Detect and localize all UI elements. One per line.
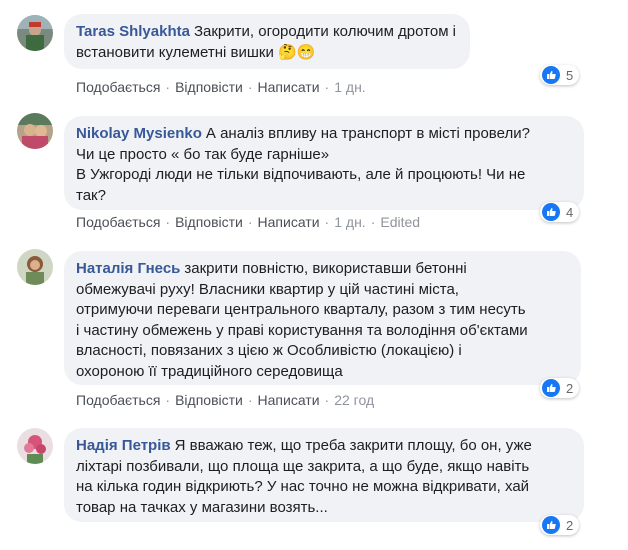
reaction-count[interactable]: 4 (540, 202, 580, 222)
like-icon (542, 379, 560, 397)
comment-text-line: отримуючи переваги центрального кварталу… (76, 301, 526, 318)
avatar[interactable] (17, 428, 53, 464)
comment-actions: Подобається · Відповісти · Написати · 1 … (76, 79, 366, 95)
avatar[interactable] (17, 15, 53, 51)
comment-bubble: Nikolay Mysienko А аналіз впливу на транс… (64, 116, 584, 210)
separator: · (247, 214, 253, 230)
separator: · (165, 392, 171, 408)
comment-text-line: обмежувачі руху! Власники квартир у цій … (76, 280, 459, 298)
comment-author[interactable]: Наталія Гнесь (76, 260, 180, 277)
separator: · (324, 214, 330, 230)
comment-text-line: так? (76, 186, 106, 204)
separator: · (324, 79, 330, 95)
reaction-count-value: 5 (566, 67, 574, 83)
comment-actions: Подобається · Відповісти · Написати · 22… (76, 392, 374, 408)
like-icon (542, 66, 560, 84)
emoji: 🤔😁 (278, 43, 316, 61)
reaction-count[interactable]: 2 (540, 515, 580, 535)
like-icon (542, 516, 560, 534)
like-icon (542, 203, 560, 221)
avatar[interactable] (17, 113, 53, 149)
comment-author[interactable]: Надія Петрів (76, 437, 171, 454)
separator: · (247, 392, 253, 408)
comment-text-line: Чи це просто « бо так буде гарніше» (76, 145, 330, 163)
comment-text-line: Я вважаю теж, що треба закрити площу, бо… (174, 437, 532, 454)
comment-bubble: Надія Петрів Я вважаю теж, що треба закри… (64, 428, 584, 522)
reaction-count[interactable]: 2 (540, 378, 580, 398)
comment-author[interactable]: Nikolay Mysienko (76, 125, 202, 142)
comment-text-line: А аналіз впливу на транспорт в місті про… (205, 125, 530, 142)
reaction-count[interactable]: 5 (540, 65, 580, 85)
separator: · (165, 79, 171, 95)
like-link[interactable]: Подобається (76, 214, 160, 230)
comment-bubble: Taras Shlyakhta Закрити, огородити колючи… (64, 14, 470, 69)
reaction-count-value: 4 (566, 204, 574, 220)
comment-bubble: Наталія Гнесь закрити повністю, використа… (64, 251, 581, 385)
comment-actions: Подобається · Відповісти · Написати · 1 … (76, 214, 420, 230)
comment-text-line: В Ужгороді люди не тільки відпочивають, … (76, 166, 526, 183)
comment-text-line: товар на тачках у магазини возять... (76, 498, 328, 516)
comment-text-line: власності, повязаних з цією ж Особливіст… (76, 342, 462, 359)
separator: · (324, 392, 330, 408)
comment-text-line: і частину обмежень у праві користування … (76, 321, 528, 339)
message-link[interactable]: Написати (258, 214, 320, 230)
reply-link[interactable]: Відповісти (175, 214, 243, 230)
comment-text-line: встановити кулеметні вишки (76, 43, 274, 61)
like-link[interactable]: Подобається (76, 392, 160, 408)
comment-text-line: на кілька годин відкриють? У нас точно н… (76, 478, 530, 495)
separator: · (247, 79, 253, 95)
message-link[interactable]: Написати (258, 79, 320, 95)
like-link[interactable]: Подобається (76, 79, 160, 95)
separator: · (370, 214, 376, 230)
comment-text-line: охороною її традиційного середовища (76, 362, 343, 380)
comment-time[interactable]: 1 дн. (334, 79, 365, 95)
comment-time[interactable]: 1 дн. (334, 214, 365, 230)
comment-text-line: закрити повністю, використавши бетонні (184, 260, 467, 277)
comment-text-line: ліхтарі позбивали, що площа ще закрита, … (76, 457, 530, 475)
comment-text-line: Закрити, огородити колючим дротом і (193, 23, 457, 40)
reaction-count-value: 2 (566, 517, 574, 533)
reply-link[interactable]: Відповісти (175, 79, 243, 95)
reaction-count-value: 2 (566, 380, 574, 396)
comment-time[interactable]: 22 год (334, 392, 374, 408)
comment-author[interactable]: Taras Shlyakhta (76, 23, 190, 40)
message-link[interactable]: Написати (258, 392, 320, 408)
edited-label[interactable]: Edited (380, 214, 420, 230)
avatar[interactable] (17, 249, 53, 285)
separator: · (165, 214, 171, 230)
reply-link[interactable]: Відповісти (175, 392, 243, 408)
